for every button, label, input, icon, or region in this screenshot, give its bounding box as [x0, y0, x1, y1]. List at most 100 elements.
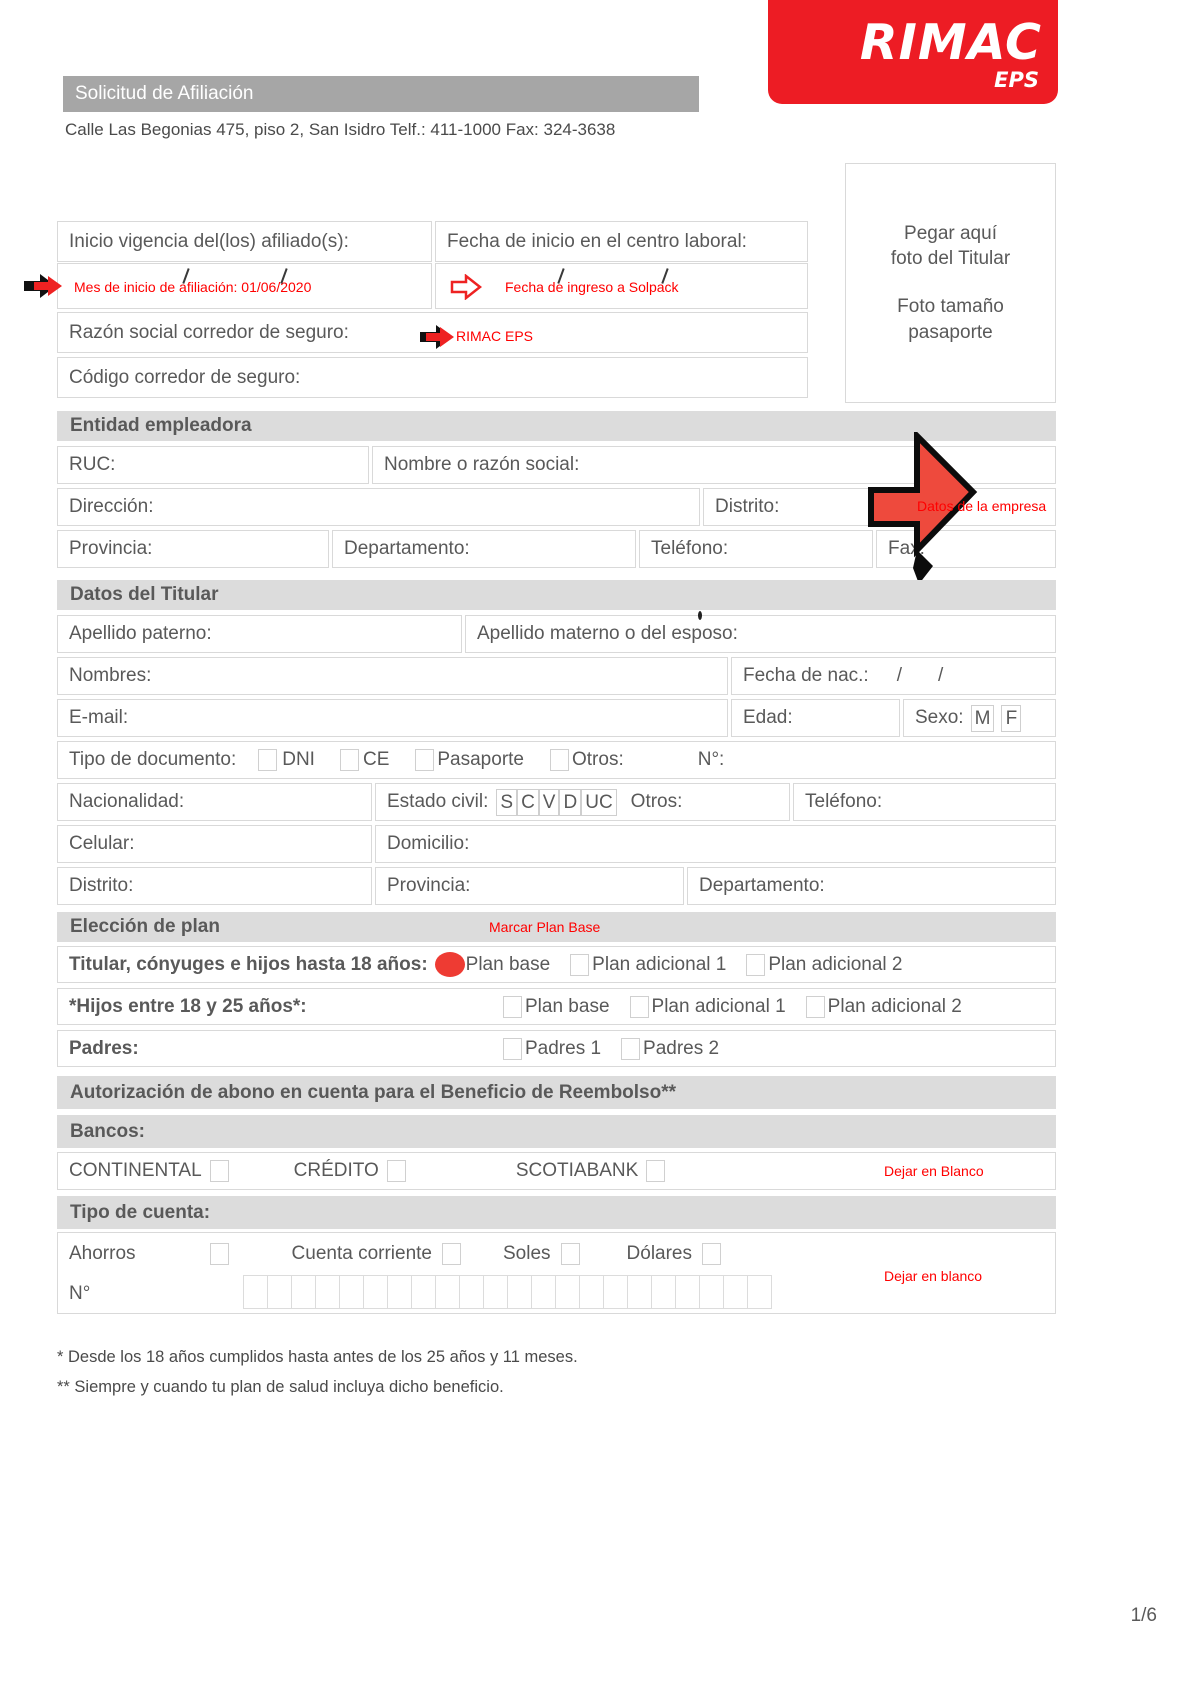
account-number-cell[interactable] [579, 1275, 604, 1309]
field-fecha-nacimiento[interactable]: Fecha de nac.: / / [731, 657, 1056, 695]
checkbox-plan-adicional-1-hijos[interactable] [629, 995, 649, 1018]
checkbox-banco-credito[interactable] [386, 1160, 406, 1182]
checkbox-otros-doc[interactable] [550, 749, 569, 771]
field-ruc[interactable]: RUC: [57, 446, 369, 484]
field-telefono-empresa[interactable]: Teléfono: [639, 530, 873, 568]
account-number-cell[interactable] [483, 1275, 508, 1309]
fecha-nac-sep-2: / [937, 665, 944, 686]
tipo-documento-label: Tipo de documento: [69, 749, 237, 770]
annotation-arrow-red-3 [426, 327, 454, 347]
checkbox-pasaporte[interactable] [415, 749, 435, 771]
field-departamento-empresa[interactable]: Departamento: [332, 530, 636, 568]
account-number-cell[interactable] [723, 1275, 748, 1309]
field-email[interactable]: E-mail: [57, 699, 728, 737]
label-numero-cuenta: N° [69, 1283, 91, 1304]
company-address: Calle Las Begonias 475, piso 2, San Isid… [65, 120, 616, 139]
footnote-two: ** Siempre y cuando tu plan de salud inc… [57, 1378, 504, 1396]
field-distrito-titular[interactable]: Distrito: [57, 867, 372, 905]
account-number-cells[interactable] [243, 1275, 772, 1309]
checkbox-dolares[interactable] [702, 1243, 722, 1265]
field-sexo[interactable]: Sexo: M F [903, 699, 1056, 737]
checkbox-dni[interactable] [258, 749, 278, 771]
account-number-cell[interactable] [243, 1275, 268, 1309]
field-tipo-documento[interactable]: Tipo de documento: DNI CE Pasaporte Otro… [57, 741, 1056, 779]
checkbox-banco-scotiabank[interactable] [646, 1160, 666, 1182]
plan-row-titular-label: Titular, cónyuges e hijos hasta 18 años: [69, 953, 428, 975]
annotation-datos-empresa: Datos de la empresa [917, 498, 1047, 514]
estado-civil-label: Estado civil: [387, 791, 489, 812]
photo-line4: pasaporte [908, 321, 993, 343]
account-number-cell[interactable] [315, 1275, 340, 1309]
plan-row-titular[interactable]: Titular, cónyuges e hijos hasta 18 años:… [57, 946, 1056, 983]
account-number-cell[interactable] [459, 1275, 484, 1309]
account-number-cell[interactable] [435, 1275, 460, 1309]
checkbox-plan-adicional-2-titular[interactable] [746, 953, 766, 976]
label-numero-doc: N°: [697, 749, 725, 770]
label-plan-adicional-2-titular: Plan adicional 2 [768, 953, 903, 975]
checkbox-banco-continental[interactable] [209, 1160, 229, 1182]
section-autorizacion-reembolso: Autorización de abono en cuenta para el … [57, 1076, 1056, 1109]
account-number-cell[interactable] [411, 1275, 436, 1309]
field-edad[interactable]: Edad: [731, 699, 900, 737]
account-number-cell[interactable] [747, 1275, 772, 1309]
account-number-cell[interactable] [627, 1275, 652, 1309]
account-number-cell[interactable] [555, 1275, 580, 1309]
account-number-cell[interactable] [339, 1275, 364, 1309]
field-celular[interactable]: Celular: [57, 825, 372, 863]
estado-civil-option-c[interactable]: C [517, 788, 539, 816]
account-number-cell[interactable] [387, 1275, 412, 1309]
field-apellido-materno[interactable]: Apellido materno o del esposo: [465, 615, 1056, 653]
annotation-dot [698, 611, 702, 620]
account-number-cell[interactable] [603, 1275, 628, 1309]
radio-plan-base-titular-selected[interactable] [434, 952, 465, 977]
label-padres-2: Padres 2 [643, 1037, 720, 1059]
estado-civil-otros: Otros: [630, 791, 683, 812]
checkbox-padres-1[interactable] [503, 1037, 522, 1060]
field-estado-civil[interactable]: Estado civil: S C V D UC Otros: [375, 783, 790, 821]
field-fecha-inicio-centro[interactable]: Fecha de inicio en el centro laboral: [435, 221, 808, 262]
checkbox-ahorros[interactable] [209, 1243, 229, 1265]
account-number-cell[interactable] [699, 1275, 724, 1309]
plan-row-hijos[interactable]: *Hijos entre 18 y 25 años*: Plan base Pl… [57, 988, 1056, 1025]
checkbox-cuenta-corriente[interactable] [442, 1243, 461, 1265]
field-departamento-titular[interactable]: Departamento: [687, 867, 1056, 905]
label-soles: Soles [503, 1243, 551, 1264]
field-nacionalidad[interactable]: Nacionalidad: [57, 783, 372, 821]
checkbox-plan-adicional-2-hijos[interactable] [805, 995, 825, 1018]
account-number-cell[interactable] [267, 1275, 292, 1309]
field-domicilio[interactable]: Domicilio: [375, 825, 1056, 863]
sexo-option-f[interactable]: F [1001, 704, 1022, 732]
account-number-cell[interactable] [507, 1275, 532, 1309]
checkbox-plan-base-hijos[interactable] [503, 995, 522, 1018]
field-provincia-empresa[interactable]: Provincia: [57, 530, 329, 568]
field-telefono-titular[interactable]: Teléfono: [793, 783, 1056, 821]
sexo-option-m[interactable]: M [970, 704, 995, 732]
checkbox-plan-adicional-1-titular[interactable] [570, 953, 590, 976]
checkbox-ce[interactable] [339, 749, 359, 771]
label-dni: DNI [282, 749, 315, 770]
page-title: Solicitud de Afiliación [63, 76, 699, 112]
field-apellido-paterno[interactable]: Apellido paterno: [57, 615, 462, 653]
brand-sub: EPS [994, 68, 1039, 92]
plan-row-padres[interactable]: Padres: Padres 1 Padres 2 [57, 1030, 1056, 1067]
annotation-arrow-red-2 [450, 274, 482, 300]
account-number-cell[interactable] [363, 1275, 388, 1309]
account-number-cell[interactable] [651, 1275, 676, 1309]
field-direccion[interactable]: Dirección: [57, 488, 700, 526]
field-codigo-corredor[interactable]: Código corredor de seguro: [57, 357, 808, 398]
label-ce: CE [362, 749, 390, 770]
estado-civil-option-v[interactable]: V [538, 788, 560, 816]
estado-civil-option-s[interactable]: S [496, 788, 518, 816]
account-number-cell[interactable] [531, 1275, 556, 1309]
checkbox-padres-2[interactable] [621, 1037, 641, 1060]
account-number-cell[interactable] [291, 1275, 316, 1309]
field-nombres[interactable]: Nombres: [57, 657, 728, 695]
estado-civil-option-d[interactable]: D [559, 788, 582, 816]
account-number-cell[interactable] [675, 1275, 700, 1309]
annotation-rimac-eps: RIMAC EPS [456, 328, 534, 344]
section-eleccion-plan-label: Elección de plan [70, 916, 220, 937]
field-inicio-vigencia[interactable]: Inicio vigencia del(los) afiliado(s): [57, 221, 432, 262]
field-provincia-titular[interactable]: Provincia: [375, 867, 684, 905]
estado-civil-option-uc[interactable]: UC [581, 788, 617, 816]
checkbox-soles[interactable] [560, 1243, 580, 1265]
